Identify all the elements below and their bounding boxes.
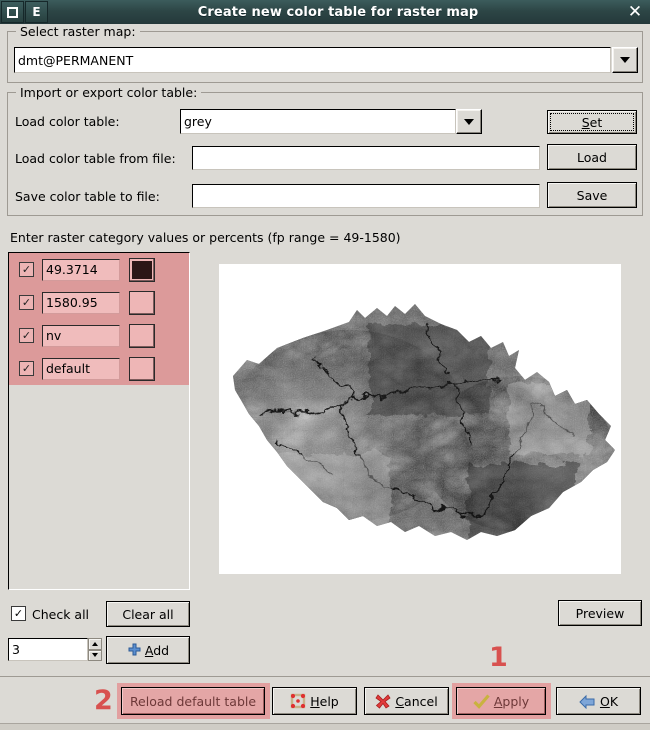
help-button[interactable]: Help xyxy=(272,687,357,715)
category-list-panel[interactable]: ✓ 49.3714 ✓ 1580.95 ✓ nv ✓ default xyxy=(8,252,190,590)
load-button[interactable]: Load xyxy=(547,144,637,170)
title-bar: E Create new color table for raster map … xyxy=(0,0,650,24)
checkmark-icon: ✓ xyxy=(13,607,24,620)
chevron-down-icon xyxy=(620,57,630,63)
swatch-fill xyxy=(132,327,152,345)
category-color-swatch[interactable] xyxy=(129,290,155,315)
ok-button-label: OK xyxy=(599,693,619,709)
save-to-file-input[interactable] xyxy=(192,184,540,208)
raster-preview-image xyxy=(219,264,621,574)
window-menu-icon: E xyxy=(32,5,41,19)
apply-button[interactable]: Apply xyxy=(456,687,546,715)
help-icon xyxy=(290,693,306,709)
help-button-label: Help xyxy=(310,693,339,709)
annotation-marker-1: 1 xyxy=(489,642,508,673)
category-color-swatch[interactable] xyxy=(129,356,155,381)
stepper-up-button[interactable] xyxy=(88,638,102,650)
category-row: ✓ 49.3714 xyxy=(9,253,189,286)
category-row-checkbox[interactable]: ✓ xyxy=(19,262,34,277)
select-raster-group-title: Select raster map: xyxy=(16,24,140,39)
status-bar xyxy=(0,723,650,730)
category-color-swatch[interactable] xyxy=(129,257,155,282)
load-from-file-input[interactable] xyxy=(192,146,540,170)
load-color-table-dropdown-button[interactable] xyxy=(456,109,482,134)
raster-map-dropdown-button[interactable] xyxy=(612,47,638,73)
import-export-group-title: Import or export color table: xyxy=(16,85,202,100)
load-from-file-label: Load color table from file: xyxy=(15,151,176,166)
reload-default-table-button[interactable]: Reload default table xyxy=(121,687,265,715)
load-color-table-combo-input[interactable]: grey xyxy=(180,109,456,134)
triangle-down-icon xyxy=(92,653,98,658)
ok-button[interactable]: OK xyxy=(556,687,641,715)
set-button-label: Set xyxy=(581,114,603,130)
annotation-marker-2: 2 xyxy=(94,685,113,716)
footer-divider xyxy=(0,676,650,677)
category-row-checkbox[interactable]: ✓ xyxy=(19,328,34,343)
stepper-down-button[interactable] xyxy=(88,649,102,661)
add-button[interactable]: Add xyxy=(106,636,190,664)
window-menu-button[interactable]: E xyxy=(25,1,48,23)
save-button[interactable]: Save xyxy=(547,182,637,208)
preview-button[interactable]: Preview xyxy=(558,600,642,626)
category-row-checkbox[interactable]: ✓ xyxy=(19,295,34,310)
save-to-file-label: Save color table to file: xyxy=(15,189,160,204)
category-color-swatch[interactable] xyxy=(129,323,155,348)
swatch-fill xyxy=(132,294,152,312)
cancel-button[interactable]: Cancel xyxy=(364,687,449,715)
category-value-input[interactable]: 1580.95 xyxy=(42,291,120,314)
create-color-table-dialog: E Create new color table for raster map … xyxy=(0,0,650,730)
dem-graphic xyxy=(219,264,621,574)
category-value-input[interactable]: nv xyxy=(42,324,120,347)
apply-button-label: Apply xyxy=(493,693,530,709)
category-count-stepper[interactable] xyxy=(88,638,102,661)
category-count-input[interactable]: 3 xyxy=(8,638,88,661)
category-row-checkbox[interactable]: ✓ xyxy=(19,361,34,376)
raster-map-input[interactable]: dmt@PERMANENT xyxy=(14,47,611,73)
check-icon xyxy=(473,693,490,709)
triangle-up-icon xyxy=(92,641,98,646)
plus-icon xyxy=(127,643,142,658)
category-row: ✓ nv xyxy=(9,319,189,352)
add-button-label: Add xyxy=(144,642,170,658)
close-window-button[interactable]: ✕ xyxy=(622,1,648,23)
check-all-checkbox[interactable]: ✓ xyxy=(11,606,26,621)
set-button[interactable]: Set xyxy=(547,110,637,134)
category-rows: ✓ 49.3714 ✓ 1580.95 ✓ nv ✓ default xyxy=(9,253,189,385)
load-color-table-label: Load color table: xyxy=(15,114,120,129)
category-row: ✓ 1580.95 xyxy=(9,286,189,319)
category-row: ✓ default xyxy=(9,352,189,385)
window-title: Create new color table for raster map xyxy=(197,4,479,20)
swatch-fill xyxy=(132,260,152,279)
chevron-down-icon xyxy=(464,118,474,125)
clear-all-button[interactable]: Clear all xyxy=(106,601,190,627)
category-value-input[interactable]: default xyxy=(42,357,120,380)
restore-window-button[interactable] xyxy=(1,1,24,23)
check-all-label: Check all xyxy=(32,607,90,622)
cancel-button-label: Cancel xyxy=(395,693,438,709)
restore-icon xyxy=(7,6,18,18)
category-value-input[interactable]: 49.3714 xyxy=(42,258,120,281)
cancel-x-icon xyxy=(375,693,391,709)
enter-arrow-icon xyxy=(579,694,597,709)
swatch-fill xyxy=(132,360,152,378)
category-values-header: Enter raster category values or percents… xyxy=(10,230,401,245)
